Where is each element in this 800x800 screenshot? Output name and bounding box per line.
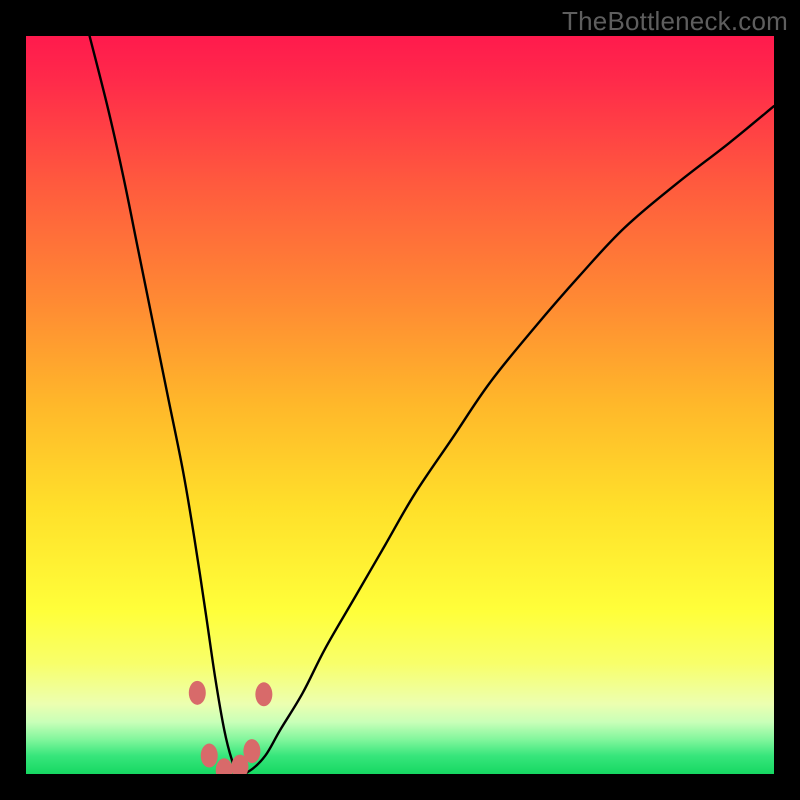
plot-area (26, 36, 774, 774)
watermark-text: TheBottleneck.com (562, 6, 788, 37)
curve-marker (255, 682, 272, 706)
highlight-markers (26, 36, 774, 774)
curve-marker (216, 758, 233, 774)
curve-marker (243, 739, 260, 763)
curve-marker (189, 681, 206, 705)
chart-stage: TheBottleneck.com (0, 0, 800, 800)
curve-marker (201, 744, 218, 768)
